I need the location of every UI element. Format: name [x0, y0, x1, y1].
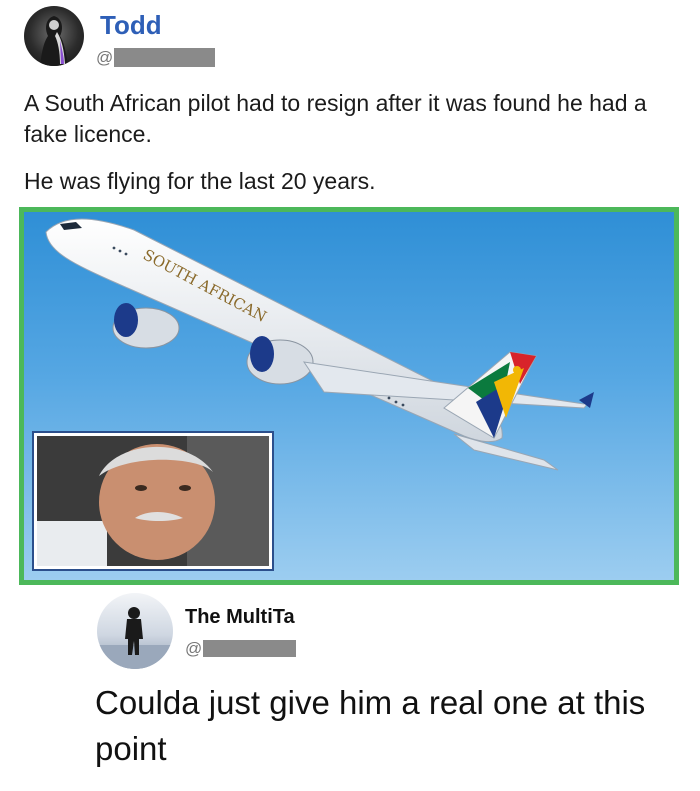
handle-redaction — [114, 48, 215, 67]
reply-avatar[interactable] — [97, 593, 173, 669]
reply-author-name[interactable]: The MultiTa — [185, 606, 295, 629]
avatar-figure-icon — [40, 16, 68, 66]
pilot-photo — [32, 431, 274, 571]
person-silhouette-icon — [97, 607, 173, 669]
author-avatar[interactable] — [24, 6, 84, 66]
tweet-text-second: He was flying for the last 20 years. — [24, 168, 376, 194]
author-name[interactable]: Todd — [100, 10, 162, 41]
reply-author-handle[interactable]: @ — [185, 639, 202, 659]
author-handle[interactable]: @ — [96, 48, 113, 68]
tweet-text: A South African pilot had to resign afte… — [24, 90, 647, 147]
reply-handle-redaction — [203, 640, 296, 657]
reply-text: Coulda just give him a real one at this … — [95, 684, 646, 767]
pilot-portrait-icon — [37, 436, 269, 566]
